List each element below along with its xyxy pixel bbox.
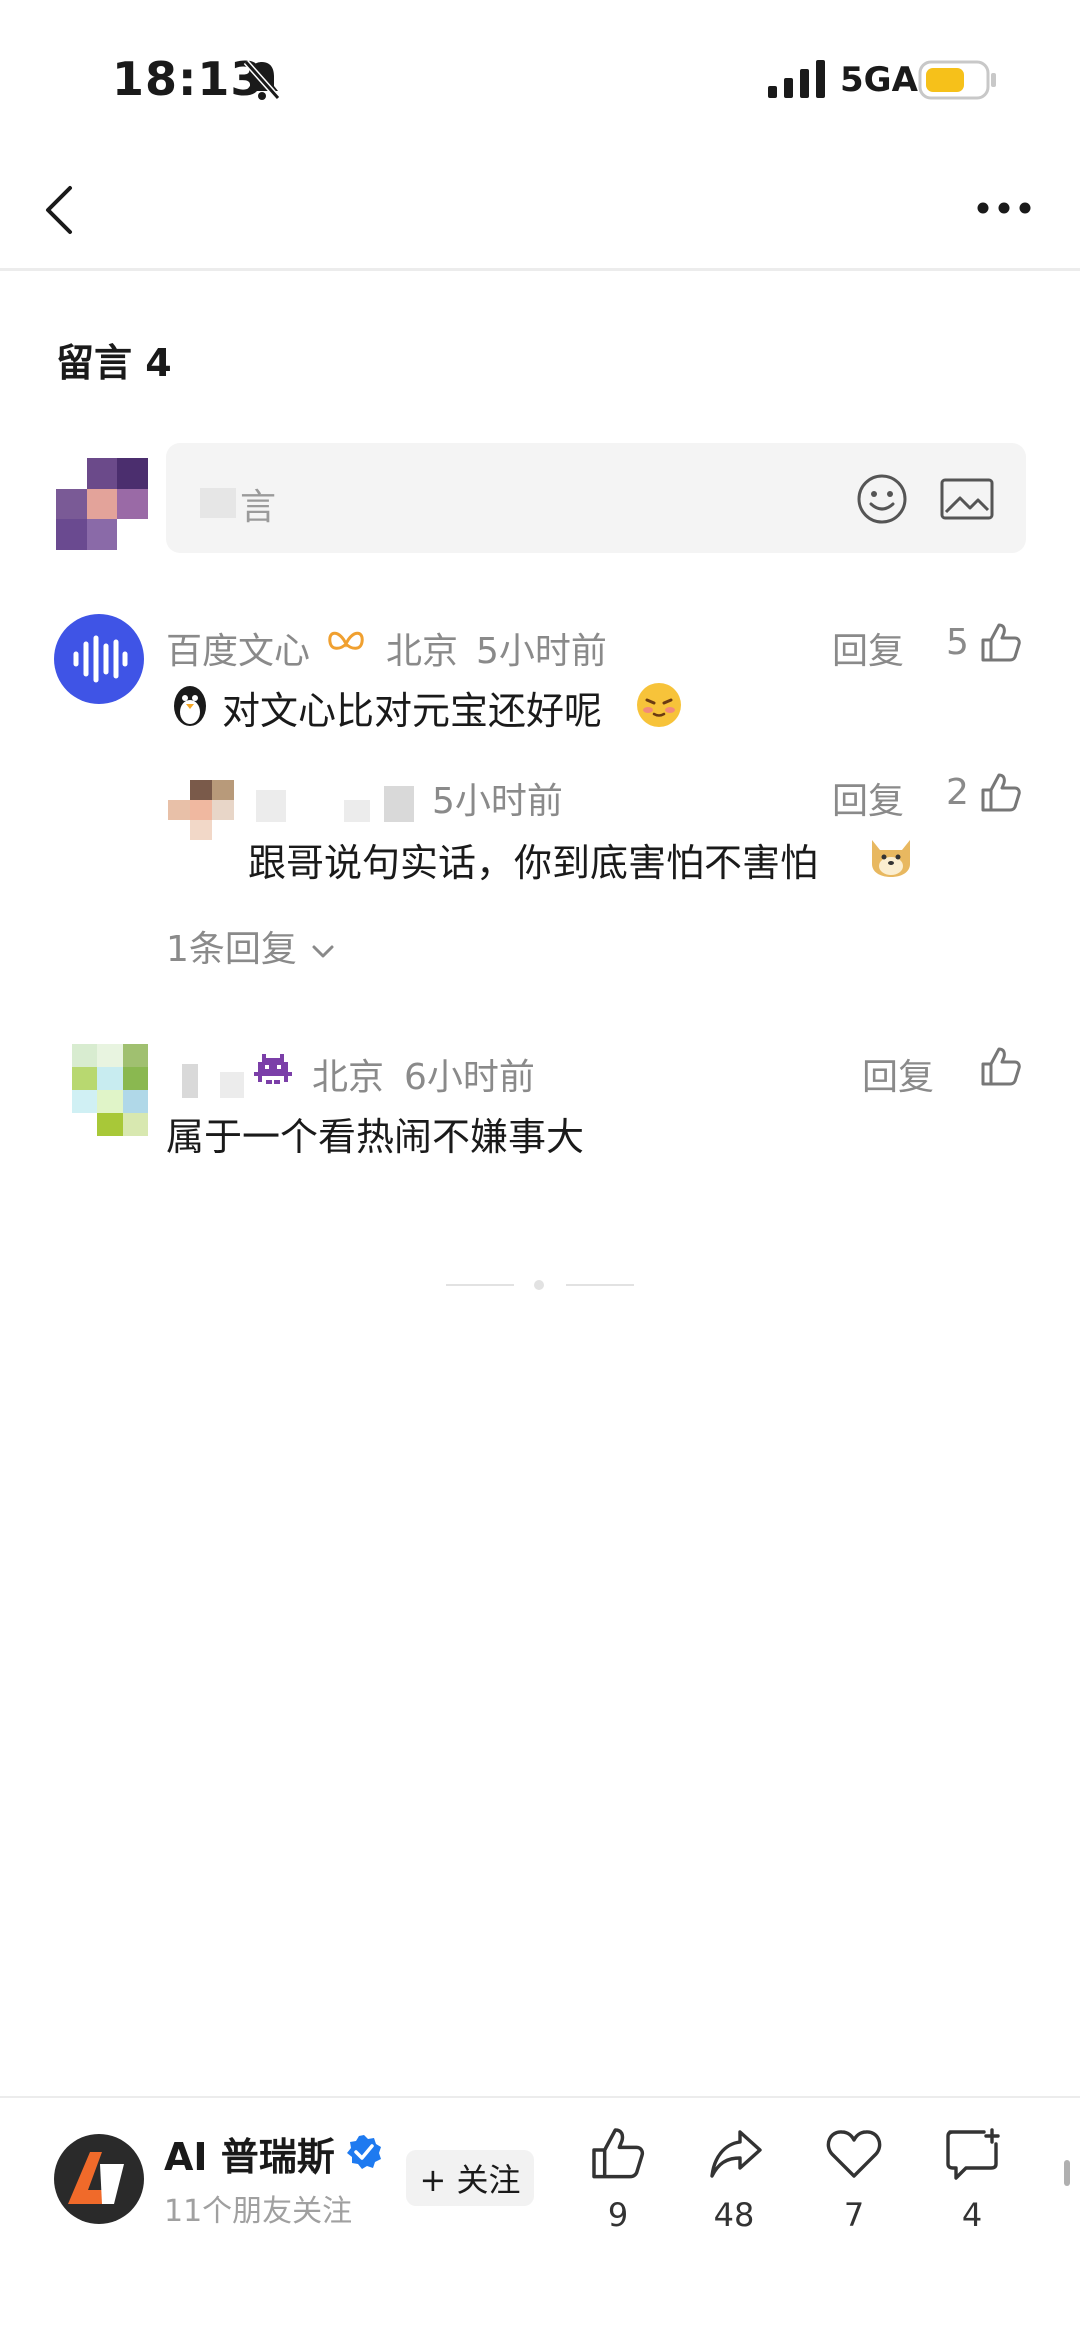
- network-type: 5GA: [840, 60, 918, 100]
- my-avatar: [56, 458, 148, 550]
- share-count: 48: [713, 2196, 755, 2234]
- comment-input-placeholder: 言: [240, 487, 277, 528]
- avatar-user-2[interactable]: [72, 1044, 148, 1136]
- like-count: 5: [946, 622, 969, 663]
- avatar-baidu-wenxin[interactable]: [54, 614, 144, 704]
- blurred-name: [384, 786, 414, 822]
- reply-text: 跟哥说句实话，你到底害怕不害怕: [248, 841, 819, 885]
- end-line-left: [446, 1284, 514, 1286]
- comment-text: 对文心比对元宝还好呢: [222, 689, 603, 733]
- blurred-name: [256, 790, 286, 822]
- comment-time: 6小时前: [404, 1057, 535, 1098]
- reply-time: 5小时前: [432, 781, 563, 822]
- followers-text: 11个朋友关注: [164, 2194, 353, 2229]
- blurred-text: [200, 488, 236, 518]
- battery-icon: [918, 60, 996, 100]
- end-line-right: [566, 1284, 634, 1286]
- comment-location: 北京: [312, 1057, 385, 1098]
- like-icon[interactable]: [980, 1046, 1022, 1088]
- reply-button[interactable]: 回复: [832, 772, 904, 824]
- like-icon[interactable]: [980, 622, 1022, 664]
- reply-button[interactable]: 回复: [862, 1048, 934, 1100]
- account-name[interactable]: AI 普瑞斯: [164, 2126, 335, 2181]
- end-dot: [534, 1280, 544, 1290]
- comment-author[interactable]: 百度文心: [166, 622, 310, 674]
- more-icon[interactable]: [976, 200, 1032, 216]
- comments-title: 留言 4: [56, 341, 172, 385]
- reply-avatar[interactable]: [168, 780, 234, 840]
- wenxin-logo-icon: [73, 635, 128, 683]
- image-icon[interactable]: [940, 478, 994, 520]
- reply-button[interactable]: 回复: [832, 622, 904, 674]
- penguin-emoji-icon: [168, 682, 212, 728]
- space-invader-icon: [254, 1054, 292, 1084]
- favorite-count: 7: [843, 2196, 865, 2234]
- account-avatar[interactable]: [54, 2134, 144, 2224]
- blurred-name: [182, 1064, 198, 1098]
- blurred-name: [220, 1072, 244, 1098]
- verified-badge-icon: [347, 2135, 381, 2169]
- like-icon[interactable]: [980, 772, 1022, 814]
- blurred-name: [344, 800, 370, 822]
- status-time: 18:13: [112, 52, 264, 106]
- more-replies-link[interactable]: 1条回复: [166, 920, 336, 972]
- doge-emoji-icon: [872, 840, 910, 877]
- ai-logo-icon: [68, 2152, 124, 2204]
- like-post-count: 9: [607, 2196, 629, 2234]
- mute-bell-icon: [243, 60, 281, 100]
- verified-butterfly-icon: [328, 631, 364, 650]
- more-replies-label: 1条回复: [166, 929, 297, 970]
- share-icon[interactable]: [708, 2126, 764, 2182]
- emoji-icon[interactable]: [856, 473, 908, 525]
- back-icon[interactable]: [40, 182, 80, 238]
- comment-count: 4: [961, 2196, 983, 2234]
- comment-icon[interactable]: [944, 2128, 1002, 2184]
- bottom-divider: [0, 2096, 1080, 2098]
- comment-location: 北京: [386, 631, 459, 672]
- comment-time: 5小时前: [476, 631, 607, 672]
- like-post-icon[interactable]: [590, 2126, 646, 2182]
- chevron-down-icon: [312, 945, 334, 958]
- reply-like-count: 2: [946, 772, 969, 813]
- favorite-heart-icon[interactable]: [826, 2128, 882, 2180]
- follow-button[interactable]: + 关注: [406, 2150, 534, 2206]
- signal-icon: [768, 60, 825, 98]
- comment-text: 属于一个看热闹不嫌事大: [166, 1115, 585, 1159]
- shy-face-emoji-icon: [637, 683, 681, 727]
- nav-divider: [0, 268, 1080, 271]
- scroll-indicator: [1064, 2160, 1070, 2186]
